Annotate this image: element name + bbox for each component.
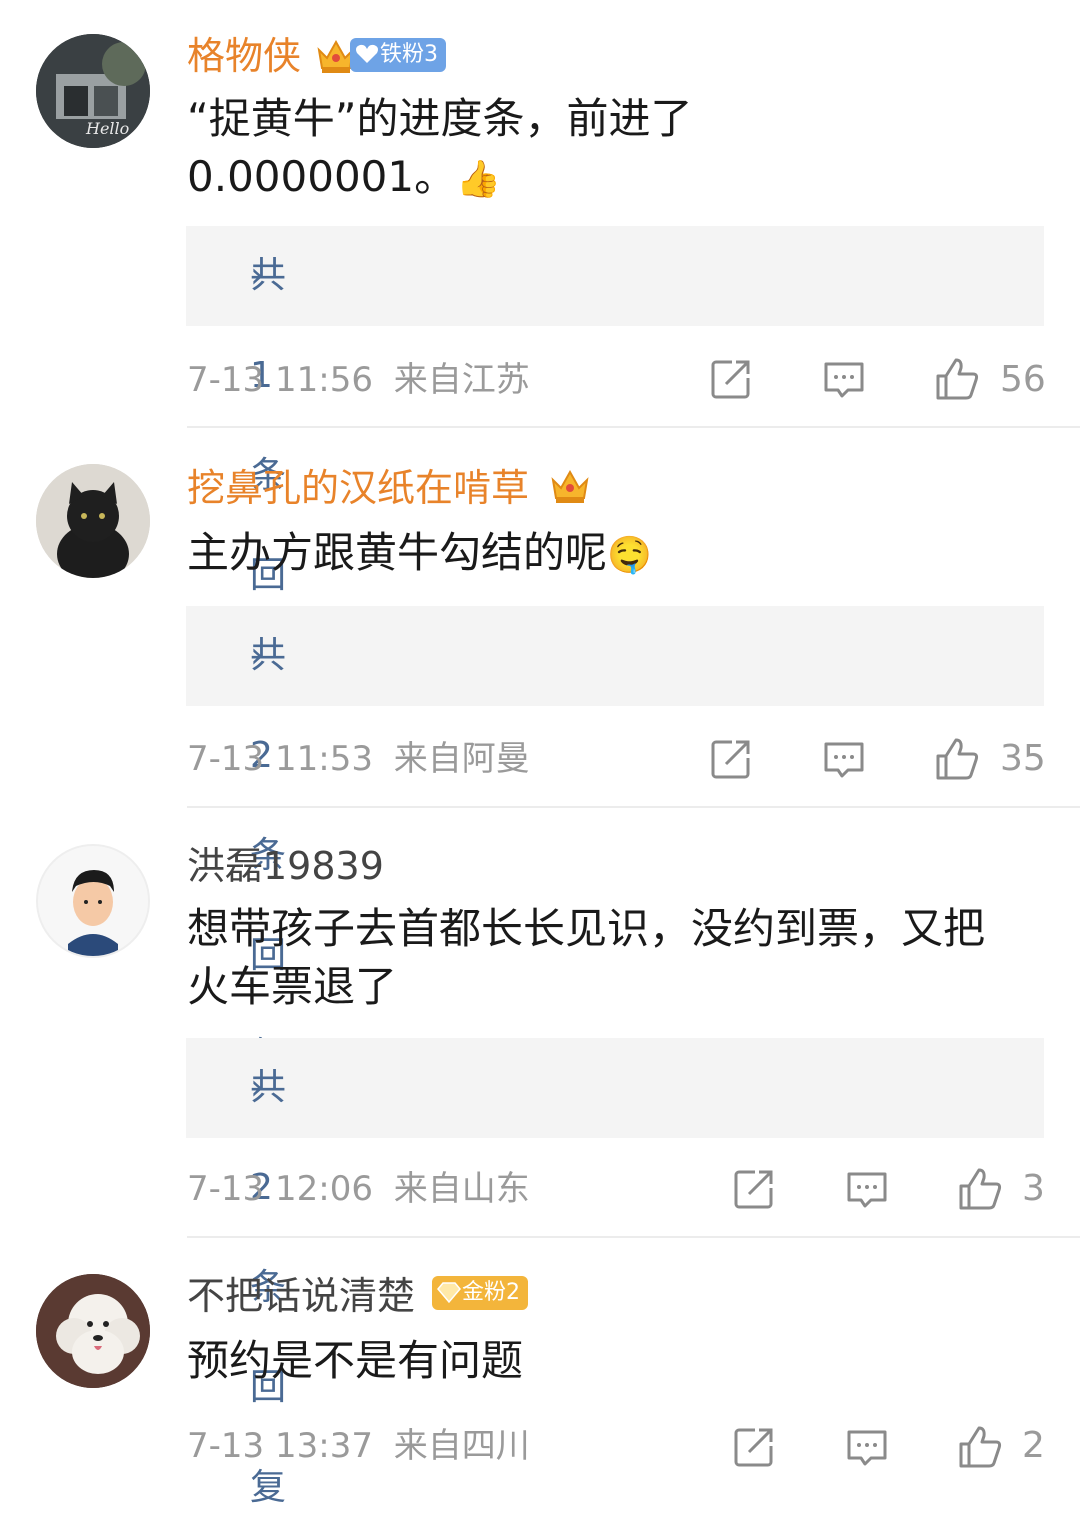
share-icon[interactable]: [708, 356, 754, 402]
timestamp: 7-13 11:56: [187, 360, 373, 400]
chevron-right-icon: ›: [250, 635, 265, 676]
timestamp: 7-13 11:53: [187, 739, 373, 779]
avatar[interactable]: Hello: [36, 34, 150, 148]
like-count: 56: [1000, 359, 1046, 400]
avatar[interactable]: [36, 1274, 150, 1388]
like-icon[interactable]: [934, 356, 980, 402]
reply-link[interactable]: 共1条回复 ›: [186, 226, 1044, 696]
comment-icon[interactable]: [821, 736, 867, 782]
comment-icon[interactable]: [844, 1166, 890, 1212]
dog-avatar-image: [36, 1274, 150, 1388]
chevron-right-icon: ›: [250, 1067, 265, 1108]
like-count: 3: [1022, 1168, 1045, 1209]
cat-avatar-image: [36, 464, 150, 578]
cartoon-man-avatar-image: [38, 846, 148, 956]
reply-link[interactable]: 共2条回复 ›: [186, 1038, 1044, 1508]
comment-item: 洪磊19839 想带孩子去首都长长见识，没约到票，又把 火车票退了 共2条回复 …: [0, 808, 1080, 1508]
comment-text: 预约是不是有问题: [187, 1336, 524, 1385]
comment-icon[interactable]: [821, 356, 867, 402]
comment-item: 不把话说清楚 金粉2 预约是不是有问题 7-13 13:37 来自四川 2: [0, 1238, 1080, 1492]
comment-meta: 7-13 12:06 来自山东: [187, 1167, 530, 1211]
like-count: 2: [1022, 1425, 1045, 1466]
share-icon[interactable]: [731, 1166, 777, 1212]
heart-icon: [356, 44, 378, 63]
share-icon[interactable]: [731, 1424, 777, 1470]
crown-icon: [550, 466, 590, 506]
like-icon[interactable]: [934, 736, 980, 782]
avatar-image: Hello: [36, 34, 150, 148]
thumbs-up-emoji: 👍: [456, 159, 501, 200]
location: 来自四川: [393, 1426, 530, 1466]
comment-item: Hello 格物侠 铁粉3 “捉黄牛”的进度条，前进了 0.0000001。👍 …: [0, 0, 1080, 696]
username[interactable]: 格物侠: [187, 32, 301, 80]
username[interactable]: 挖鼻孔的汉纸在啃草: [187, 464, 529, 512]
like-count: 35: [1000, 738, 1046, 779]
comment-icon[interactable]: [844, 1424, 890, 1470]
fan-badge: 铁粉3: [350, 38, 446, 72]
username[interactable]: 不把话说清楚: [187, 1272, 415, 1320]
reply-link[interactable]: 共2条回复 ›: [186, 606, 1044, 1076]
gem-icon: [437, 1282, 461, 1304]
location: 来自江苏: [393, 360, 530, 400]
location: 来自阿曼: [393, 739, 530, 779]
drool-emoji: 🤤: [607, 535, 652, 576]
location: 来自山东: [393, 1169, 530, 1209]
timestamp: 7-13 13:37: [187, 1426, 373, 1466]
comment-item: 挖鼻孔的汉纸在啃草 主办方跟黄牛勾结的呢🤤 共2条回复 › 7-13 11:53…: [0, 428, 1080, 1076]
comment-meta: 7-13 13:37 来自四川: [187, 1424, 530, 1468]
avatar[interactable]: [36, 844, 150, 958]
comment-meta: 7-13 11:56 来自江苏: [187, 358, 530, 402]
share-icon[interactable]: [708, 736, 754, 782]
username[interactable]: 洪磊19839: [187, 842, 384, 890]
comment-text: 想带孩子去首都长长见识，没约到票，又把 火车票退了: [187, 904, 986, 1011]
comment-text: “捉黄牛”的进度条，前进了 0.0000001。👍: [187, 94, 693, 201]
chevron-right-icon: ›: [250, 255, 265, 296]
svg-text:Hello: Hello: [85, 119, 129, 138]
like-icon[interactable]: [957, 1424, 1003, 1470]
like-icon[interactable]: [957, 1166, 1003, 1212]
comment-meta: 7-13 11:53 来自阿曼: [187, 737, 530, 781]
comment-text: 主办方跟黄牛勾结的呢🤤: [187, 528, 652, 577]
fan-badge: 金粉2: [432, 1276, 528, 1310]
avatar[interactable]: [36, 464, 150, 578]
timestamp: 7-13 12:06: [187, 1169, 373, 1209]
